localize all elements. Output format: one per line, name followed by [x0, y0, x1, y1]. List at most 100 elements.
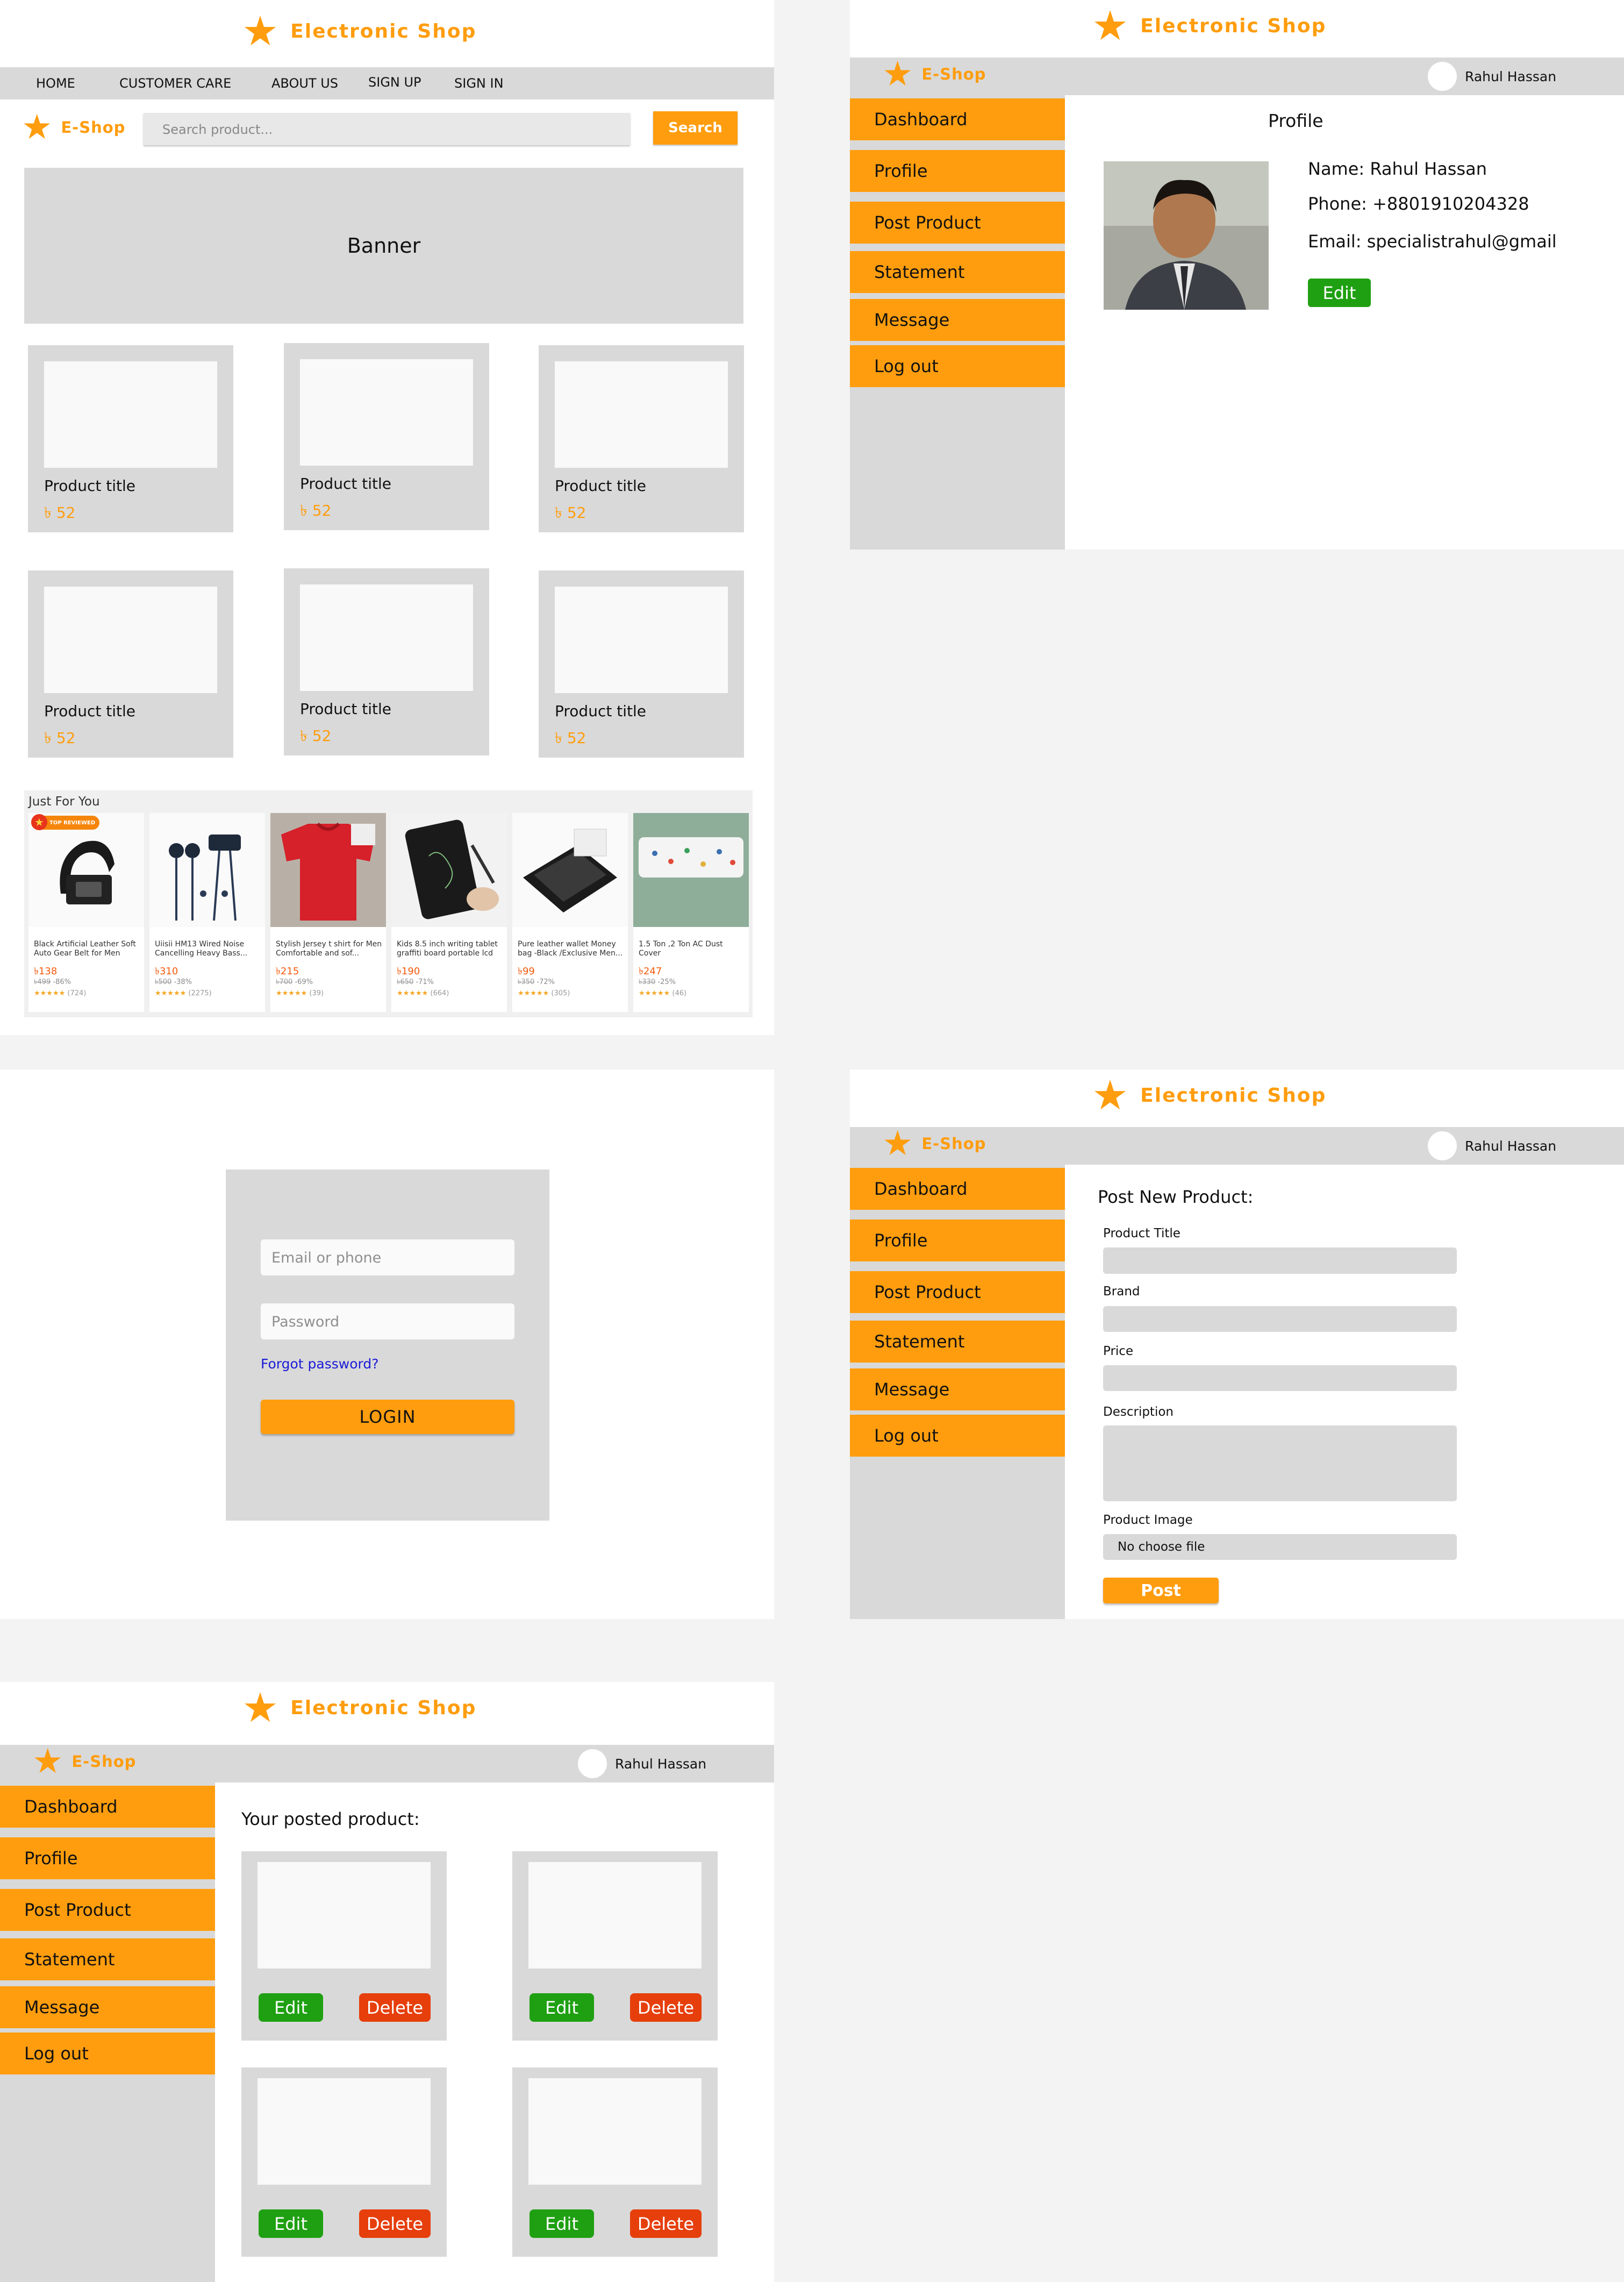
eshop-name: E-Shop — [71, 1752, 137, 1771]
eshop-name: E-Shop — [921, 1135, 986, 1153]
product-image-file-input[interactable]: No choose file — [1103, 1534, 1457, 1560]
sidebar-item-statement[interactable]: Statement — [850, 251, 1065, 293]
delete-button-label: Delete — [366, 1997, 424, 2018]
sidebar-item-label: Message — [874, 1379, 950, 1400]
edit-product-button[interactable]: Edit — [530, 2209, 594, 2238]
posted-product-card[interactable]: Edit Delete — [512, 1851, 718, 2041]
sidebar-item-post-product[interactable]: Post Product — [0, 1889, 215, 1931]
user-avatar[interactable] — [1428, 62, 1457, 91]
edit-product-button[interactable]: Edit — [530, 1993, 594, 2022]
forgot-password-link[interactable]: Forgot password? — [261, 1356, 379, 1372]
product-title-label: Product Title — [1103, 1226, 1181, 1240]
sidebar-item-label: Profile — [874, 161, 928, 181]
product-card[interactable]: Product title ৳ 52 — [539, 570, 744, 758]
product-card[interactable]: Product title ৳ 52 — [284, 343, 489, 530]
sidebar-item-profile[interactable]: Profile — [850, 150, 1065, 192]
user-name[interactable]: Rahul Hassan — [615, 1756, 706, 1772]
password-field[interactable]: Password — [261, 1303, 514, 1339]
nav-about-us[interactable]: ABOUT US — [271, 76, 338, 91]
jfy-product-card[interactable]: 1.5 Ton ,2 Ton AC Dust Cover ৳247 ৳330 -… — [633, 813, 749, 1012]
product-image — [300, 584, 473, 691]
sidebar-item-message[interactable]: Message — [850, 299, 1065, 341]
delete-product-button[interactable]: Delete — [359, 2209, 431, 2238]
dashboard-top-bar: ★ E-Shop Rahul Hassan — [850, 57, 1624, 95]
site-brand[interactable]: ★ Electronic Shop — [242, 11, 476, 52]
sidebar-item-statement[interactable]: Statement — [850, 1321, 1065, 1363]
sidebar-item-log-out[interactable]: Log out — [850, 1415, 1065, 1457]
sidebar-item-log-out[interactable]: Log out — [0, 2033, 215, 2074]
sidebar-item-message[interactable]: Message — [850, 1368, 1065, 1410]
product-card[interactable]: Product title ৳ 52 — [539, 345, 744, 532]
eshop-logo[interactable]: ★ E-Shop — [882, 57, 986, 91]
nav-customer-care[interactable]: CUSTOMER CARE — [119, 76, 231, 91]
site-brand[interactable]: ★ Electronic Shop — [1092, 1075, 1326, 1116]
jfy-product-card[interactable]: TOP REVIEWED ★ Black Artificial Leather … — [28, 813, 144, 1012]
product-image — [44, 587, 217, 693]
jfy-old-price: ৳499 -86% — [34, 978, 71, 986]
brand-input[interactable] — [1103, 1306, 1457, 1332]
posted-product-card[interactable]: Edit Delete — [241, 1851, 447, 2041]
description-textarea[interactable] — [1103, 1425, 1457, 1501]
product-card[interactable]: Product title ৳ 52 — [28, 345, 233, 532]
sidebar-item-label: Post Product — [874, 1282, 981, 1302]
edit-product-button[interactable]: Edit — [259, 2209, 323, 2238]
delete-product-button[interactable]: Delete — [359, 1993, 431, 2022]
sidebar-item-profile[interactable]: Profile — [0, 1837, 215, 1879]
product-title-input[interactable] — [1103, 1247, 1457, 1274]
jfy-product-name: Black Artificial Leather Soft Auto Gear … — [34, 940, 136, 958]
eshop-logo[interactable]: ★ E-Shop — [882, 1126, 986, 1161]
sidebar-item-label: Profile — [874, 1230, 928, 1251]
product-photo — [512, 813, 628, 927]
profile-phone: Phone: +8801910204328 — [1308, 194, 1529, 214]
sidebar-item-message[interactable]: Message — [0, 1986, 215, 2028]
jfy-product-card[interactable]: Stylish Jersey t shirt for Men Comfortab… — [270, 813, 386, 1012]
product-image — [300, 359, 473, 466]
sidebar-item-dashboard[interactable]: Dashboard — [850, 1168, 1065, 1210]
sidebar-item-statement[interactable]: Statement — [0, 1938, 215, 1980]
jfy-product-card[interactable]: Uiisii HM13 Wired Noise Cancelling Heavy… — [149, 813, 265, 1012]
eshop-logo[interactable]: ★ E-Shop — [22, 110, 125, 145]
site-brand[interactable]: ★ Electronic Shop — [242, 1687, 476, 1728]
sidebar-item-dashboard[interactable]: Dashboard — [0, 1786, 215, 1828]
sidebar-item-label: Dashboard — [24, 1796, 118, 1817]
edit-profile-button[interactable]: Edit — [1308, 279, 1371, 307]
edit-product-button[interactable]: Edit — [259, 1993, 323, 2022]
sidebar-item-label: Log out — [874, 1425, 939, 1446]
sidebar-item-dashboard[interactable]: Dashboard — [850, 98, 1065, 140]
jfy-product-card[interactable]: Kids 8.5 inch writing tablet graffiti bo… — [391, 813, 507, 1012]
user-name[interactable]: Rahul Hassan — [1465, 69, 1556, 84]
jfy-product-card[interactable]: Pure leather wallet Money bag -Black /Ex… — [512, 813, 628, 1012]
banner[interactable]: Banner — [24, 168, 743, 324]
posted-product-card[interactable]: Edit Delete — [512, 2067, 718, 2257]
post-button[interactable]: Post — [1103, 1578, 1219, 1603]
eshop-logo[interactable]: ★ E-Shop — [32, 1744, 136, 1779]
sidebar-item-profile[interactable]: Profile — [850, 1220, 1065, 1261]
sidebar-item-post-product[interactable]: Post Product — [850, 1271, 1065, 1313]
sidebar-item-post-product[interactable]: Post Product — [850, 202, 1065, 244]
delete-product-button[interactable]: Delete — [630, 2209, 702, 2238]
site-brand[interactable]: ★ Electronic Shop — [1092, 5, 1326, 46]
sidebar-item-log-out[interactable]: Log out — [850, 345, 1065, 387]
nav-sign-up[interactable]: SIGN UP — [368, 75, 421, 90]
user-avatar[interactable] — [578, 1749, 607, 1778]
delete-product-button[interactable]: Delete — [630, 1993, 702, 2022]
product-title: Product title — [44, 702, 135, 720]
login-button[interactable]: LOGIN — [261, 1400, 514, 1434]
posted-products-heading: Your posted product: — [241, 1809, 420, 1829]
posted-product-card[interactable]: Edit Delete — [241, 2067, 447, 2257]
search-input[interactable]: Search product... — [144, 113, 630, 145]
product-card[interactable]: Product title ৳ 52 — [284, 568, 489, 755]
user-name[interactable]: Rahul Hassan — [1465, 1138, 1556, 1154]
price-input[interactable] — [1103, 1365, 1457, 1391]
jfy-old-price: ৳330 -25% — [639, 978, 676, 986]
jfy-product-name: Uiisii HM13 Wired Noise Cancelling Heavy… — [155, 940, 248, 958]
user-avatar[interactable] — [1428, 1131, 1457, 1160]
sidebar-item-label: Log out — [874, 356, 939, 376]
sidebar-item-label: Statement — [24, 1949, 115, 1970]
star-logo-icon: ★ — [1092, 2, 1129, 49]
nav-home[interactable]: HOME — [36, 76, 75, 91]
email-field[interactable]: Email or phone — [261, 1239, 514, 1275]
search-button[interactable]: Search — [653, 111, 738, 145]
nav-sign-in[interactable]: SIGN IN — [454, 76, 504, 91]
product-card[interactable]: Product title ৳ 52 — [28, 570, 233, 758]
